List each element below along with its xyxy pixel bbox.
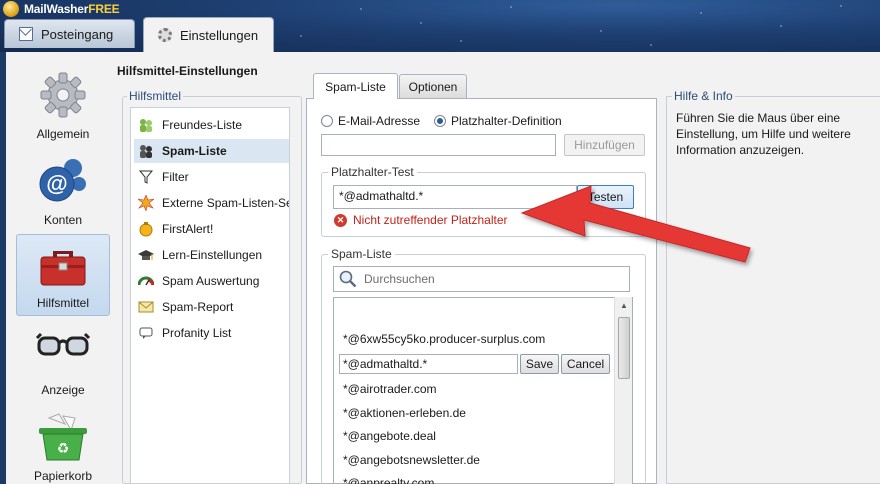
tab-optionen[interactable]: Optionen xyxy=(399,74,467,98)
list-item[interactable]: *@6xw55cy5ko.producer-surplus.com xyxy=(343,332,545,346)
burst-icon xyxy=(138,195,154,211)
graduation-cap-icon xyxy=(138,250,154,260)
nav-item-konten[interactable]: @ Konten xyxy=(16,150,110,232)
list-item-lern-einstellungen[interactable]: Lern-Einstellungen xyxy=(134,243,289,267)
friends-icon xyxy=(140,119,152,132)
nav-label: Hilfsmittel xyxy=(36,296,89,310)
nav-label: Konten xyxy=(43,213,83,227)
cancel-button[interactable]: Cancel xyxy=(561,354,610,374)
alert-icon xyxy=(139,222,153,237)
search-icon xyxy=(339,270,357,288)
tab-spam-liste[interactable]: Spam-Liste xyxy=(313,73,398,99)
page-title: Hilfsmittel-Einstellungen xyxy=(117,64,258,78)
list-item-filter[interactable]: Filter xyxy=(134,165,289,189)
search-input[interactable]: Durchsuchen xyxy=(333,266,630,292)
gauge-icon xyxy=(138,276,154,286)
hilfsmittel-list: Freundes-Liste Spam-Liste Filter Externe… xyxy=(130,107,290,484)
list-item-firstalert[interactable]: FirstAlert! xyxy=(134,217,289,241)
nav-item-anzeige[interactable]: Anzeige xyxy=(16,320,110,402)
left-navigation: Allgemein @ Konten Hilfsmittel Anzeige ♻… xyxy=(6,60,110,484)
list-item-freundes-liste[interactable]: Freundes-Liste xyxy=(134,113,289,137)
nav-label: Papierkorb xyxy=(33,469,93,483)
list-item-externe-spam-listen[interactable]: Externe Spam-Listen-Server xyxy=(134,191,289,215)
svg-text:♻: ♻ xyxy=(57,441,70,457)
app-title: MailWasherFREE xyxy=(24,2,120,16)
hinzufuegen-button[interactable]: Hinzufügen xyxy=(564,134,645,156)
error-message: ✕ Nicht zutreffender Platzhalter xyxy=(334,213,508,227)
list-item-spam-liste[interactable]: Spam-Liste xyxy=(134,139,289,163)
list-item-spam-auswertung[interactable]: Spam Auswertung xyxy=(134,269,289,293)
radio-platzhalter-definition[interactable]: Platzhalter-Definition xyxy=(434,114,562,128)
title-bar: MailWasherFREE Posteingang Einstellungen xyxy=(0,0,880,52)
tab-label: Posteingang xyxy=(41,26,114,42)
radio-button[interactable] xyxy=(434,115,446,127)
add-entry-input[interactable] xyxy=(321,134,556,156)
nav-label: Allgemein xyxy=(36,127,90,141)
recycle-bin-icon: ♻ xyxy=(39,413,87,461)
radio-button[interactable] xyxy=(321,115,333,127)
gear-icon xyxy=(40,72,86,118)
list-scrollbar[interactable]: ▲ xyxy=(614,297,632,484)
list-item-profanity-list[interactable]: Profanity List xyxy=(134,321,289,345)
tab-label: Einstellungen xyxy=(180,27,259,43)
list-item[interactable]: *@angebotsnewsletter.de xyxy=(343,453,480,467)
platzhalter-test-legend: Platzhalter-Test xyxy=(328,165,417,179)
nav-item-hilfsmittel[interactable]: Hilfsmittel xyxy=(16,234,110,316)
at-sign-icon: @ xyxy=(39,159,86,202)
nav-item-allgemein[interactable]: Allgemein xyxy=(16,64,110,146)
report-icon xyxy=(138,301,154,313)
nav-item-papierkorb[interactable]: ♻ Papierkorb xyxy=(16,406,110,484)
radio-email-adresse[interactable]: E-Mail-Adresse xyxy=(321,114,420,128)
spam-icon xyxy=(140,145,152,158)
svg-text:@: @ xyxy=(46,171,67,196)
hilfsmittel-legend: Hilfsmittel xyxy=(127,89,184,103)
platzhalter-test-input[interactable]: *@admathaltd.* xyxy=(333,185,577,209)
filter-icon xyxy=(138,170,154,184)
testen-button[interactable]: Testen xyxy=(577,185,634,209)
nav-label: Anzeige xyxy=(41,383,85,397)
list-item-spam-report[interactable]: Spam-Report xyxy=(134,295,289,319)
app-logo-icon xyxy=(3,1,19,17)
scroll-up-icon[interactable]: ▲ xyxy=(615,297,633,313)
toolbox-icon xyxy=(40,251,86,286)
profanity-icon xyxy=(139,327,153,339)
hilfe-info-text: Führen Sie die Maus über eine Einstellun… xyxy=(676,111,851,157)
spam-liste-legend: Spam-Liste xyxy=(328,247,395,261)
hilfe-info-title: Hilfe & Info xyxy=(672,89,735,103)
scroll-thumb[interactable] xyxy=(618,317,630,379)
list-item[interactable]: *@aktionen-erleben.de xyxy=(343,406,466,420)
glasses-icon xyxy=(35,332,91,356)
list-item[interactable]: *@airotrader.com xyxy=(343,382,437,396)
mail-icon xyxy=(19,27,33,41)
gear-icon xyxy=(158,28,172,42)
edit-entry-input[interactable]: *@admathaltd.* xyxy=(339,354,518,374)
error-icon: ✕ xyxy=(334,213,347,227)
list-item[interactable]: *@angebote.deal xyxy=(343,429,436,443)
tab-einstellungen[interactable]: Einstellungen xyxy=(143,17,274,52)
tab-posteingang[interactable]: Posteingang xyxy=(4,19,135,48)
list-item[interactable]: *@anprealty.com xyxy=(343,476,434,484)
save-button[interactable]: Save xyxy=(520,354,559,374)
